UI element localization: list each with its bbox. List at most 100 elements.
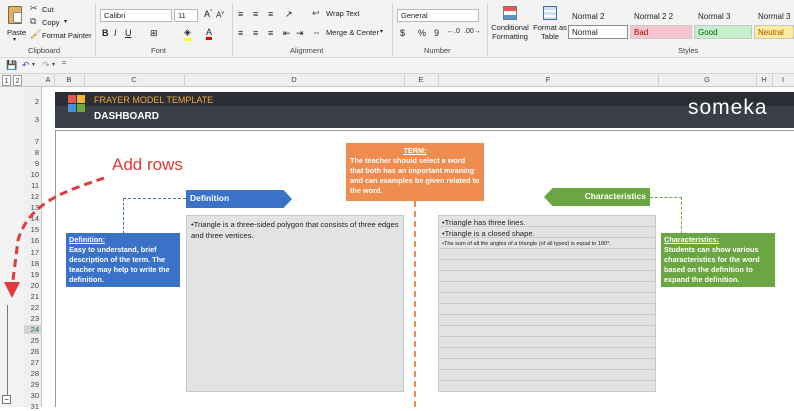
align-middle-icon[interactable]: ≡ [253, 9, 258, 19]
cut-button[interactable]: ✂ Cut [30, 3, 80, 15]
increase-indent-icon[interactable]: ⇥ [296, 28, 304, 39]
column-header-i[interactable]: I [772, 75, 794, 84]
column-header-g[interactable]: G [658, 75, 756, 84]
characteristics-note-box: Characteristics: Students can show vario… [661, 233, 775, 287]
styles-group-label: Styles [678, 46, 699, 55]
paste-label: Paste [7, 28, 27, 37]
row-header-27[interactable]: 27 [24, 358, 42, 367]
column-header-b[interactable]: B [54, 75, 84, 84]
comma-style-icon[interactable]: 9 [434, 28, 439, 38]
currency-icon[interactable]: $ [400, 28, 405, 38]
definition-content-panel[interactable]: •Triangle is a three-sided polygon that … [186, 215, 404, 392]
row-header-8[interactable]: 8 [24, 148, 42, 157]
column-header-h[interactable]: H [756, 75, 772, 84]
ribbon: Paste ▾ ✂ Cut ⧉ Copy ▾ 🖌 Format Painter … [0, 0, 794, 58]
table-icon [543, 6, 557, 20]
clipboard-group-label: Clipboard [28, 46, 61, 55]
percent-icon[interactable]: % [418, 28, 426, 38]
customize-toolbar-icon[interactable]: = [62, 60, 66, 67]
row-header-24[interactable]: 24 [24, 324, 42, 334]
style-bad[interactable]: Bad [630, 25, 692, 39]
redo-dropdown-icon[interactable]: ▾ [52, 61, 55, 68]
characteristics-header-label: Characteristics [584, 191, 646, 201]
conditional-formatting-label: Conditional Formatting [491, 23, 529, 41]
copy-dropdown-icon[interactable]: ▾ [64, 18, 67, 25]
style-normal[interactable]: Normal [568, 25, 628, 39]
template-title: FRAYER MODEL TEMPLATE [94, 95, 214, 105]
format-painter-label: Format Painter [42, 31, 92, 40]
column-header-f[interactable]: F [438, 75, 658, 84]
column-header-a[interactable]: A [42, 75, 54, 84]
row-header-30[interactable]: 30 [24, 391, 42, 400]
row-header-25[interactable]: 25 [24, 336, 42, 345]
column-header-c[interactable]: C [84, 75, 184, 84]
increase-decimal-icon[interactable]: ←.0 [447, 28, 460, 35]
outline-level-2-button[interactable]: 2 [13, 75, 22, 86]
definition-content-text: •Triangle is a three-sided polygon that … [191, 220, 399, 240]
quick-access-toolbar: 💾 ↶ ▾ ↷ ▾ = [0, 58, 794, 74]
column-header-d[interactable]: D [184, 75, 404, 84]
decrease-decimal-icon[interactable]: .00→ [464, 28, 481, 35]
undo-dropdown-icon[interactable]: ▾ [32, 61, 35, 68]
row-header-3[interactable]: 3 [24, 115, 42, 124]
style-normal-2[interactable]: Normal 2 [568, 9, 628, 23]
row-header-28[interactable]: 28 [24, 369, 42, 378]
font-size-select[interactable]: 11 [174, 9, 198, 22]
style-normal-2-2[interactable]: Normal 2 2 [630, 9, 692, 23]
merge-center-button[interactable]: ⇔ Merge & Center ▾ [312, 27, 388, 39]
term-note-box: TERM: The teacher should select a word t… [346, 143, 484, 201]
characteristics-header-tab: Characteristics [544, 188, 650, 206]
align-right-icon[interactable]: ≡ [268, 28, 273, 38]
align-top-icon[interactable]: ≡ [238, 9, 243, 19]
number-format-select[interactable]: General [397, 9, 479, 22]
format-as-table-label: Format as Table [533, 23, 567, 41]
row-header-23[interactable]: 23 [24, 314, 42, 323]
definition-note-title: Definition: [69, 235, 106, 244]
align-left-icon[interactable]: ≡ [238, 28, 243, 38]
row-header-9[interactable]: 9 [24, 159, 42, 168]
bold-icon[interactable]: B [102, 28, 109, 38]
font-family-select[interactable]: Calibri [100, 9, 172, 22]
row-header-7[interactable]: 7 [24, 137, 42, 146]
save-icon[interactable]: 💾 [6, 60, 17, 71]
fill-color-icon[interactable]: ◈ [184, 27, 191, 41]
characteristics-content-panel[interactable]: •Triangle has three lines. •Triangle is … [438, 215, 656, 392]
merge-dropdown-icon[interactable]: ▾ [380, 28, 383, 35]
row-header-29[interactable]: 29 [24, 380, 42, 389]
underline-icon[interactable]: U [125, 28, 132, 38]
characteristics-item: •The sum of all the angles of a triangle… [442, 241, 611, 247]
paste-button[interactable]: Paste ▾ [4, 4, 28, 43]
align-bottom-icon[interactable]: ≡ [268, 9, 273, 19]
font-color-icon[interactable]: A [206, 27, 213, 40]
add-rows-annotation: Add rows [112, 155, 183, 174]
wrap-text-button[interactable]: ↩ Wrap Text [312, 8, 372, 20]
decrease-indent-icon[interactable]: ⇤ [283, 28, 291, 39]
style-good[interactable]: Good [694, 25, 752, 39]
style-neutral[interactable]: Neutral [754, 25, 794, 39]
align-center-icon[interactable]: ≡ [253, 28, 258, 38]
format-painter-button[interactable]: 🖌 Format Painter [30, 29, 92, 41]
undo-icon[interactable]: ↶ [22, 60, 30, 71]
row-header-26[interactable]: 26 [24, 347, 42, 356]
borders-icon[interactable]: ⊞ [150, 28, 158, 39]
increase-font-icon[interactable]: A^ [204, 9, 212, 19]
row-header-2[interactable]: 2 [24, 97, 42, 106]
scissors-icon: ✂ [30, 3, 38, 13]
copy-button[interactable]: ⧉ Copy ▾ [30, 16, 80, 28]
style-normal-3[interactable]: Normal 3 [694, 9, 752, 23]
merge-center-label: Merge & Center [326, 28, 379, 37]
italic-icon[interactable]: I [114, 28, 117, 38]
redo-icon[interactable]: ↷ [42, 60, 50, 71]
outline-level-1-button[interactable]: 1 [2, 75, 11, 86]
paste-dropdown-icon[interactable]: ▾ [13, 36, 16, 43]
collapse-group-button[interactable]: − [2, 395, 11, 404]
decrease-font-icon[interactable]: Av [216, 10, 224, 20]
cut-label: Cut [42, 5, 54, 14]
brand-logo: someka [688, 96, 768, 119]
format-as-table-button[interactable]: Format as Table [532, 4, 568, 46]
orientation-icon[interactable]: ↗ [285, 9, 293, 20]
style-normal-3-2[interactable]: Normal 3 2 [754, 9, 794, 23]
conditional-formatting-button[interactable]: Conditional Formatting [490, 4, 530, 46]
wrap-text-label: Wrap Text [326, 9, 360, 18]
column-header-e[interactable]: E [404, 75, 438, 84]
